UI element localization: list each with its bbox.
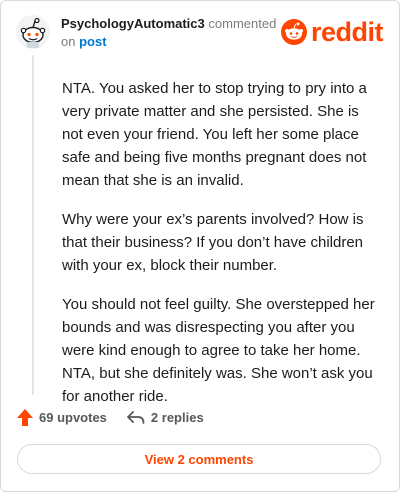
comment-paragraph: You should not feel guilty. She overstep… — [62, 296, 375, 405]
replies-button[interactable]: 2 replies — [127, 410, 204, 425]
avatar[interactable] — [16, 15, 50, 49]
comment-paragraph: NTA. You asked her to stop trying to pry… — [62, 80, 367, 189]
thread-line[interactable] — [32, 55, 34, 395]
reply-arrow-icon — [127, 410, 145, 424]
comment-paragraph: Why were your ex’s parents involved? How… — [62, 211, 364, 274]
commented-label: commented — [208, 16, 277, 31]
comment-header: PsychologyAutomatic3 commented on post — [61, 15, 276, 51]
replies-count: 2 replies — [150, 410, 204, 425]
author-name[interactable]: PsychologyAutomatic3 — [61, 16, 205, 31]
comment-body: NTA. You asked her to stop trying to pry… — [62, 77, 380, 424]
upvote-count: 69 upvotes — [39, 410, 107, 425]
reddit-wordmark: reddit — [310, 17, 384, 47]
comment-actions: 69 upvotes 2 replies — [17, 409, 204, 426]
post-link[interactable]: post — [79, 34, 106, 49]
reddit-logo[interactable]: reddit — [280, 17, 384, 47]
upvote-arrow-icon — [17, 409, 33, 426]
on-label: on — [61, 34, 76, 49]
upvote-button[interactable]: 69 upvotes — [17, 409, 107, 426]
comment-card: PsychologyAutomatic3 commented on post r… — [0, 0, 400, 492]
view-comments-button[interactable]: View 2 comments — [17, 444, 381, 474]
snoo-icon — [280, 19, 307, 45]
